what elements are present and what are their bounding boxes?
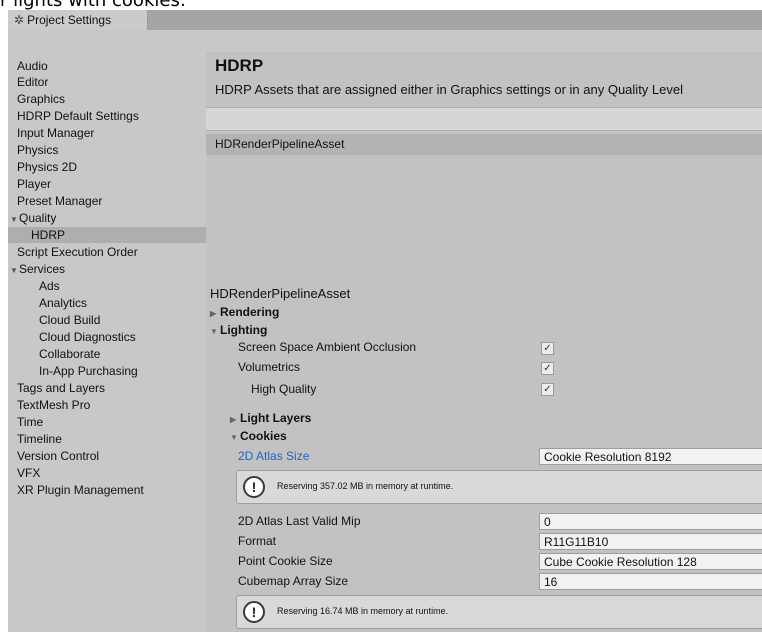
page-subtitle: HDRP Assets that are assigned either in … (215, 82, 683, 97)
sidebar-item-cloud-diagnostics[interactable]: Cloud Diagnostics (8, 329, 237, 345)
inspector-title: HDRenderPipelineAsset (210, 286, 351, 301)
sidebar-item-time[interactable]: Time (8, 414, 215, 430)
atlas-last-mip-field[interactable]: 0 (539, 513, 762, 530)
sidebar-item-script-execution-order[interactable]: Script Execution Order (8, 244, 215, 260)
sidebar-item-physics[interactable]: Physics (8, 142, 215, 158)
sidebar-item-preset-manager[interactable]: Preset Manager (8, 193, 215, 209)
sidebar-item-ads[interactable]: Ads (8, 278, 237, 294)
sidebar-item-services[interactable]: ▼Services (8, 261, 208, 277)
memory-help-box: ! Reserving 357.02 MB in memory at runti… (236, 470, 762, 504)
toolbar (8, 30, 762, 53)
sidebar-item-cloud-build[interactable]: Cloud Build (8, 312, 237, 328)
section-light-layers[interactable]: ▶ Light Layers (230, 410, 311, 426)
format-dropdown[interactable]: R11G11B10 (539, 533, 762, 550)
sidebar-item-vfx[interactable]: VFX (8, 465, 215, 481)
point-cookie-size-label: Point Cookie Size (238, 554, 333, 568)
atlas-size-label: 2D Atlas Size (238, 449, 310, 463)
sidebar-item-in-app-purchasing[interactable]: In-App Purchasing (8, 363, 237, 379)
tab-bar: ✲ Project Settings (8, 10, 762, 30)
high-quality-checkbox[interactable]: ✓ (541, 383, 554, 396)
asset-list-header (206, 107, 762, 131)
tab-label: Project Settings (27, 13, 112, 27)
sidebar-item-xr-plugin-management[interactable]: XR Plugin Management (8, 482, 215, 498)
sidebar-item-hdrp[interactable]: HDRP (8, 227, 229, 243)
sidebar-item-collaborate[interactable]: Collaborate (8, 346, 237, 362)
asset-list-item[interactable]: HDRenderPipelineAsset (206, 134, 762, 155)
expand-triangle-icon[interactable]: ▼ (10, 263, 19, 279)
sidebar-item-editor[interactable]: Editor (8, 74, 215, 90)
sidebar-item-tags-and-layers[interactable]: Tags and Layers (8, 380, 215, 396)
gear-icon: ✲ (14, 13, 25, 27)
volumetrics-checkbox[interactable]: ✓ (541, 362, 554, 375)
atlas-size-dropdown[interactable]: Cookie Resolution 8192 (539, 448, 762, 465)
triangle-down-icon[interactable]: ▼ (230, 430, 240, 446)
help-message: Reserving 357.02 MB in memory at runtime… (277, 481, 454, 491)
cubemap-array-size-field[interactable]: 16 (539, 573, 762, 590)
project-settings-window: ✲ Project Settings Audio Editor Graphics … (8, 10, 762, 632)
page-title: HDRP (215, 56, 264, 75)
section-cookies[interactable]: ▼ Cookies (230, 428, 287, 444)
warning-icon: ! (243, 601, 265, 623)
format-label: Format (238, 534, 277, 548)
document-caption: r lights with cookies: (0, 0, 186, 11)
ssao-checkbox[interactable]: ✓ (541, 342, 554, 355)
sidebar-item-quality[interactable]: ▼Quality (8, 210, 208, 226)
sidebar-item-player[interactable]: Player (8, 176, 215, 192)
help-message: Reserving 16.74 MB in memory at runtime. (277, 606, 449, 616)
settings-main-panel: HDRP HDRP Assets that are assigned eithe… (206, 52, 762, 632)
section-lighting[interactable]: ▼ Lighting (210, 322, 267, 338)
sidebar-item-analytics[interactable]: Analytics (8, 295, 237, 311)
ssao-label: Screen Space Ambient Occlusion (238, 340, 417, 354)
point-cookie-size-dropdown[interactable]: Cube Cookie Resolution 128 (539, 553, 762, 570)
sidebar-item-input-manager[interactable]: Input Manager (8, 125, 215, 141)
volumetrics-label: Volumetrics (238, 360, 301, 374)
sidebar-item-audio[interactable]: Audio (8, 58, 215, 74)
warning-icon: ! (243, 476, 265, 498)
sidebar-item-hdrp-default-settings[interactable]: HDRP Default Settings (8, 108, 215, 124)
sidebar-item-graphics[interactable]: Graphics (8, 91, 215, 107)
sidebar-item-textmesh-pro[interactable]: TextMesh Pro (8, 397, 215, 413)
triangle-down-icon[interactable]: ▼ (210, 324, 220, 340)
sidebar-item-physics-2d[interactable]: Physics 2D (8, 159, 215, 175)
section-rendering[interactable]: ▶ Rendering (210, 304, 279, 320)
triangle-right-icon[interactable]: ▶ (210, 306, 220, 322)
tab-project-settings[interactable]: ✲ Project Settings (8, 10, 148, 30)
expand-triangle-icon[interactable]: ▼ (10, 212, 19, 228)
cubemap-array-size-label: Cubemap Array Size (238, 574, 349, 588)
sidebar-item-timeline[interactable]: Timeline (8, 431, 215, 447)
atlas-last-mip-label: 2D Atlas Last Valid Mip (238, 514, 361, 528)
settings-sidebar: Audio Editor Graphics HDRP Default Setti… (8, 52, 229, 632)
memory-help-box: ! Reserving 16.74 MB in memory at runtim… (236, 595, 762, 629)
sidebar-item-version-control[interactable]: Version Control (8, 448, 215, 464)
triangle-right-icon[interactable]: ▶ (230, 412, 240, 428)
high-quality-label: High Quality (251, 382, 317, 396)
